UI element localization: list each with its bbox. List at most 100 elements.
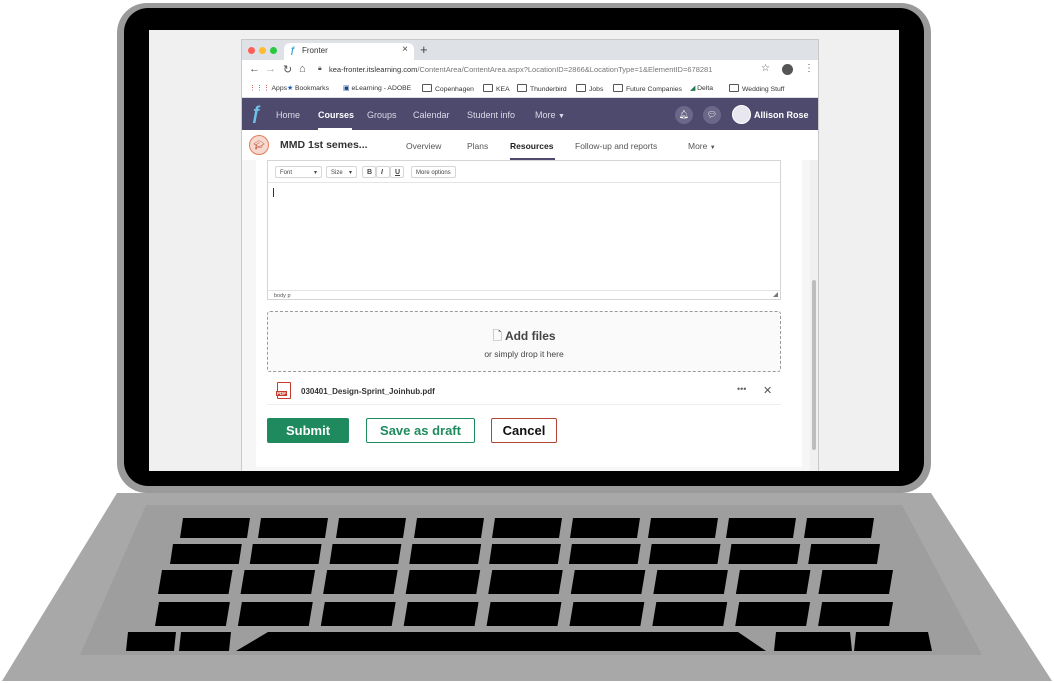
address-bar[interactable]: 🔒︎ kea-fronter.itslearning.com/ContentAr… (314, 62, 774, 78)
reload-icon[interactable]: ↻ (283, 63, 292, 76)
bookmark-jobs[interactable]: Jobs (576, 84, 603, 93)
profile-avatar-icon[interactable] (782, 64, 793, 75)
tab-close-icon[interactable]: × (402, 44, 408, 55)
delta-logo-icon: ◢ (690, 85, 696, 92)
bookmark-label: Future Companies (626, 86, 682, 93)
star-icon: ★ (287, 85, 294, 92)
messages-icon[interactable]: 💬︎ (703, 106, 721, 124)
keyboard-key (405, 570, 481, 594)
keyboard-key (126, 632, 176, 651)
browser-address-row: ← → ↻ ⌂ 🔒︎ kea-fronter.itslearning.com/C… (242, 60, 818, 80)
add-files-title[interactable]: 🗋︎ Add files (268, 327, 780, 348)
keyboard-key (403, 602, 479, 626)
nav-more[interactable]: More ▼ (535, 110, 565, 120)
maximize-window-dot[interactable] (270, 47, 277, 54)
keyboard-key (240, 570, 316, 594)
avatar[interactable] (732, 105, 751, 124)
cancel-button[interactable]: Cancel (491, 418, 557, 443)
file-icon: 🗋︎ (492, 329, 503, 343)
back-arrow-icon[interactable]: ← (249, 63, 260, 75)
rich-text-editor[interactable]: Font ▾ Size ▾ B I U More options body p (267, 160, 781, 300)
tab-plans[interactable]: Plans (467, 141, 488, 151)
browser-window: ƒ Fronter × + ← → ↻ ⌂ 🔒︎ kea-fronter.its… (242, 40, 818, 471)
keyboard-key (648, 544, 721, 564)
keyboard-key (774, 632, 852, 651)
chevron-down-icon: ▼ (558, 113, 565, 120)
file-dropzone[interactable]: 🗋︎ Add files or simply drop it here (267, 311, 781, 372)
keyboard-key (249, 544, 322, 564)
scrollbar-thumb[interactable] (812, 280, 816, 450)
keyboard-key (158, 570, 233, 594)
laptop-screen: ƒ Fronter × + ← → ↻ ⌂ 🔒︎ kea-fronter.its… (149, 30, 899, 471)
keyboard-key (488, 570, 563, 594)
bookmark-star-icon[interactable]: ☆ (761, 63, 770, 74)
nav-student-info[interactable]: Student info (467, 110, 515, 120)
user-name[interactable]: Allison Rose (754, 110, 809, 120)
add-files-label: Add files (504, 329, 556, 343)
tab-resources[interactable]: Resources (510, 141, 553, 151)
bookmark-label: Thunderbird (530, 86, 567, 93)
bookmark-label: Apps (271, 85, 288, 92)
more-options-button[interactable]: More options (411, 166, 456, 178)
bookmark-copenhagen[interactable]: Copenhagen (422, 84, 474, 93)
bookmark-bookmarks[interactable]: ★ Bookmarks (287, 84, 329, 92)
keyboard-key (486, 602, 562, 626)
course-cap-icon: 🎓︎ (249, 135, 269, 155)
bookmark-page-icon: ▣ (343, 85, 350, 92)
tab-follow-up-and-reports[interactable]: Follow-up and reports (575, 141, 657, 151)
bold-button[interactable]: B (362, 166, 376, 178)
url-path: /ContentArea/ContentArea.aspx?LocationID… (417, 65, 713, 74)
chevron-down-icon: ▾ (313, 170, 317, 176)
bookmark-apps[interactable]: ⋮⋮⋮ Apps (249, 84, 287, 92)
browser-tab-fronter[interactable]: ƒ Fronter × (284, 43, 414, 60)
tab-overview[interactable]: Overview (406, 141, 441, 151)
tab-more[interactable]: More ▼ (688, 141, 716, 151)
notifications-bell-icon[interactable]: 🔔︎ (675, 106, 693, 124)
close-window-dot[interactable] (248, 47, 255, 54)
new-tab-button[interactable]: + (420, 42, 428, 57)
tab-more-label: More (688, 141, 708, 151)
remove-attachment-icon[interactable]: ✕ (763, 384, 772, 397)
home-icon[interactable]: ⌂ (299, 63, 306, 75)
main-content: Font ▾ Size ▾ B I U More options body p 🗋︎… (242, 160, 818, 471)
bookmark-wedding-stuff[interactable]: Wedding Stuff (729, 84, 784, 93)
lock-icon: 🔒︎ (318, 65, 322, 72)
fronter-logo-icon[interactable]: ƒ (251, 103, 261, 124)
folder-icon (613, 84, 623, 92)
underline-button[interactable]: U (390, 166, 404, 178)
font-select-label: Font (280, 170, 293, 176)
italic-button[interactable]: I (376, 166, 390, 178)
browser-tab-strip: ƒ Fronter × + (242, 40, 818, 60)
nav-courses[interactable]: Courses (318, 110, 354, 120)
bookmark-future-companies[interactable]: Future Companies (613, 84, 682, 93)
url-host: kea-fronter.itslearning.com (329, 65, 418, 74)
keyboard-key (180, 518, 250, 538)
keyboard-key (808, 544, 880, 564)
bookmark-kea[interactable]: KEA (483, 84, 510, 93)
attachment-filename[interactable]: 030401_Design-Sprint_Joinhub.pdf (301, 387, 435, 396)
size-select[interactable]: Size ▾ (326, 166, 357, 178)
forward-arrow-icon[interactable]: → (265, 63, 276, 75)
folder-icon (422, 84, 432, 92)
submit-button[interactable]: Submit (267, 418, 349, 443)
keyboard-key (735, 570, 811, 594)
resize-handle-icon[interactable] (773, 292, 778, 297)
bookmark-thunderbird[interactable]: Thunderbird (517, 84, 567, 93)
course-title[interactable]: MMD 1st semes... (280, 139, 368, 151)
browser-menu-icon[interactable]: ⋮ (804, 63, 814, 74)
nav-home[interactable]: Home (276, 110, 300, 120)
attachment-row: PDF 030401_Design-Sprint_Joinhub.pdf •••… (267, 378, 781, 405)
minimize-window-dot[interactable] (259, 47, 266, 54)
keyboard-key (728, 544, 801, 564)
folder-icon (483, 84, 493, 92)
app-nav-bar: ƒ Home Courses Groups Calendar Student i… (242, 98, 818, 130)
font-select[interactable]: Font ▾ (275, 166, 322, 178)
more-actions-icon[interactable]: ••• (737, 384, 746, 394)
save-draft-button[interactable]: Save as draft (366, 418, 475, 443)
keyboard-key (237, 602, 313, 626)
nav-groups[interactable]: Groups (367, 110, 397, 120)
bookmark-elearning[interactable]: ▣ eLearning - ADOBE (343, 84, 411, 92)
bookmark-delta[interactable]: ◢ Delta (690, 84, 713, 92)
bookmark-label: Delta (697, 85, 713, 92)
nav-calendar[interactable]: Calendar (413, 110, 450, 120)
